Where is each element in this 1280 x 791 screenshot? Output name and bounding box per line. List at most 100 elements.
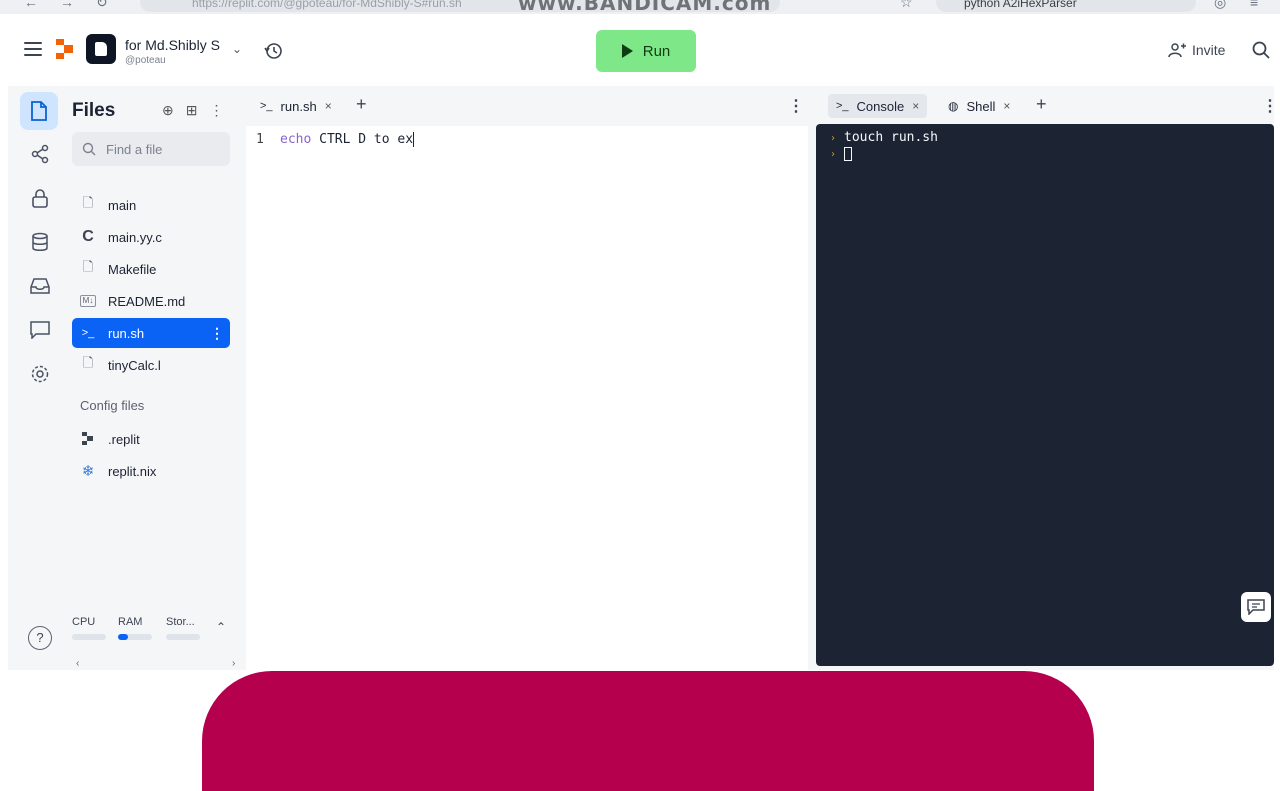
replit-icon: [82, 432, 93, 445]
files-panel-title: Files: [72, 100, 116, 121]
browser-toolbar: ← → ↻ https://replit.com/@gpoteau/for-Md…: [0, 0, 1280, 14]
chevron-down-icon[interactable]: ⌄: [232, 42, 242, 56]
hamburger-menu-icon[interactable]: [24, 42, 42, 56]
file-icon: 🗋: [82, 355, 94, 370]
new-tab-icon[interactable]: +: [356, 94, 367, 115]
file-item-replit[interactable]: .replit: [72, 424, 230, 454]
ram-bar: [118, 634, 152, 640]
files-icon[interactable]: [20, 92, 58, 130]
back-icon[interactable]: ←: [24, 0, 38, 10]
file-item-readme[interactable]: M↓ README.md: [72, 286, 230, 316]
line-number: 1: [256, 132, 264, 147]
code-keyword: echo: [280, 132, 312, 147]
console-menu-icon[interactable]: ⋮: [1262, 96, 1278, 116]
video-overlay-banner: [202, 671, 1094, 791]
file-name: .replit: [108, 431, 140, 447]
file-item-run-sh[interactable]: >_ run.sh ⋮: [72, 318, 230, 348]
c-lang-icon: C: [82, 228, 94, 245]
files-menu-icon[interactable]: ⋮: [209, 102, 223, 119]
tool-rail: ?: [8, 86, 70, 670]
close-icon[interactable]: ×: [1003, 99, 1010, 113]
chevron-up-icon[interactable]: ⌃: [216, 620, 226, 634]
file-item-tinycalc[interactable]: 🗋 tinyCalc.l: [72, 350, 230, 380]
file-item-main-yy-c[interactable]: C main.yy.c: [72, 222, 230, 252]
lock-icon[interactable]: [24, 182, 56, 214]
tab-label: run.sh: [280, 98, 317, 114]
prompt-icon: ›: [830, 149, 837, 160]
storage-bar: [166, 634, 200, 640]
chat-icon[interactable]: [24, 314, 56, 346]
reload-icon[interactable]: ↻: [96, 0, 108, 11]
star-icon[interactable]: ☆: [900, 0, 913, 11]
ram-label: RAM: [118, 616, 143, 628]
console-icon: >_: [836, 100, 849, 112]
inbox-icon[interactable]: [24, 270, 56, 302]
browser-menu-icon[interactable]: ≡: [1250, 0, 1258, 10]
file-menu-icon[interactable]: ⋮: [210, 325, 224, 342]
markdown-icon: M↓: [80, 295, 96, 307]
extensions-icon[interactable]: ◎: [1214, 0, 1226, 11]
file-icon: 🗋: [82, 259, 94, 274]
resource-usage[interactable]: CPU RAM Stor... ⌃: [72, 616, 232, 656]
shell-icon: >_: [260, 100, 273, 112]
tab-label: Console: [856, 98, 905, 114]
file-name: main: [108, 197, 137, 213]
new-tab-icon[interactable]: +: [1036, 94, 1047, 115]
config-files-heading: Config files: [80, 398, 145, 413]
file-icon: 🗋: [82, 195, 94, 210]
code-line[interactable]: echo CTRL D to ex: [280, 132, 415, 147]
scroll-left-icon[interactable]: ‹: [76, 658, 79, 669]
replit-logo-icon[interactable]: [54, 38, 76, 60]
file-name: main.yy.c: [108, 229, 162, 245]
run-button-label: Run: [642, 42, 671, 60]
search-icon[interactable]: [1252, 41, 1270, 59]
tab-label: Shell: [966, 98, 996, 114]
new-folder-icon[interactable]: ⊞: [186, 102, 198, 119]
close-icon[interactable]: ×: [912, 99, 919, 113]
repl-name[interactable]: for Md.Shibly S: [125, 37, 220, 53]
terminal-output[interactable]: › touch run.sh ›: [816, 124, 1274, 666]
git-branch-icon[interactable]: [24, 138, 56, 170]
settings-gear-icon[interactable]: [24, 358, 56, 390]
console-pane: >_ Console × ◍ Shell × + ⋮ › touch run.sh…: [816, 86, 1278, 670]
tab-console[interactable]: >_ Console ×: [828, 94, 928, 118]
browser-search-box[interactable]: python A2iHexParser: [936, 0, 1196, 12]
file-name: tinyCalc.l: [108, 357, 161, 373]
add-person-icon: [1168, 43, 1186, 58]
repl-avatar[interactable]: [86, 34, 116, 64]
console-tabs: >_ Console × ◍ Shell × + ⋮: [816, 86, 1278, 124]
feedback-chat-icon[interactable]: [1241, 592, 1271, 622]
find-file-input[interactable]: Find a file: [72, 132, 230, 166]
help-icon[interactable]: ?: [28, 626, 52, 650]
run-button[interactable]: Run: [596, 30, 696, 72]
prompt-icon: ›: [830, 133, 837, 144]
file-item-replit-nix[interactable]: ❄ replit.nix: [72, 456, 230, 486]
replit-workspace: for Md.Shibly S @poteau ⌄ Run Invite ? F…: [8, 14, 1278, 670]
text-cursor: [413, 132, 415, 147]
editor-menu-icon[interactable]: ⋮: [788, 96, 804, 116]
tab-shell[interactable]: ◍ Shell ×: [940, 94, 1018, 118]
code-editor: >_ run.sh × + ⋮ 1 echo CTRL D to ex: [246, 86, 808, 670]
close-icon[interactable]: ×: [325, 99, 332, 113]
storage-label: Stor...: [166, 616, 195, 628]
files-panel: Files ⊕ ⊞ ⋮ Find a file 🗋 main C main.yy…: [70, 86, 242, 670]
database-icon[interactable]: [24, 226, 56, 258]
repl-owner[interactable]: @poteau: [125, 55, 166, 66]
terminal-input-line[interactable]: ›: [830, 146, 853, 161]
file-item-main[interactable]: 🗋 main: [72, 190, 230, 220]
files-actions: ⊕ ⊞ ⋮: [162, 102, 223, 119]
file-item-makefile[interactable]: 🗋 Makefile: [72, 254, 230, 284]
history-icon[interactable]: [262, 40, 284, 62]
search-icon: [82, 142, 96, 156]
new-file-icon[interactable]: ⊕: [162, 102, 174, 119]
horizontal-scrollbar[interactable]: ‹ ›: [70, 658, 242, 670]
forward-icon[interactable]: →: [60, 0, 74, 10]
invite-label: Invite: [1192, 42, 1226, 58]
code-text: CTRL D to ex: [311, 132, 414, 147]
scroll-right-icon[interactable]: ›: [232, 658, 235, 669]
file-name: replit.nix: [108, 463, 157, 479]
shell-globe-icon: ◍: [948, 99, 959, 113]
invite-button[interactable]: Invite: [1168, 36, 1225, 64]
cpu-bar: [72, 634, 106, 640]
tab-run-sh[interactable]: >_ run.sh ×: [252, 94, 340, 118]
